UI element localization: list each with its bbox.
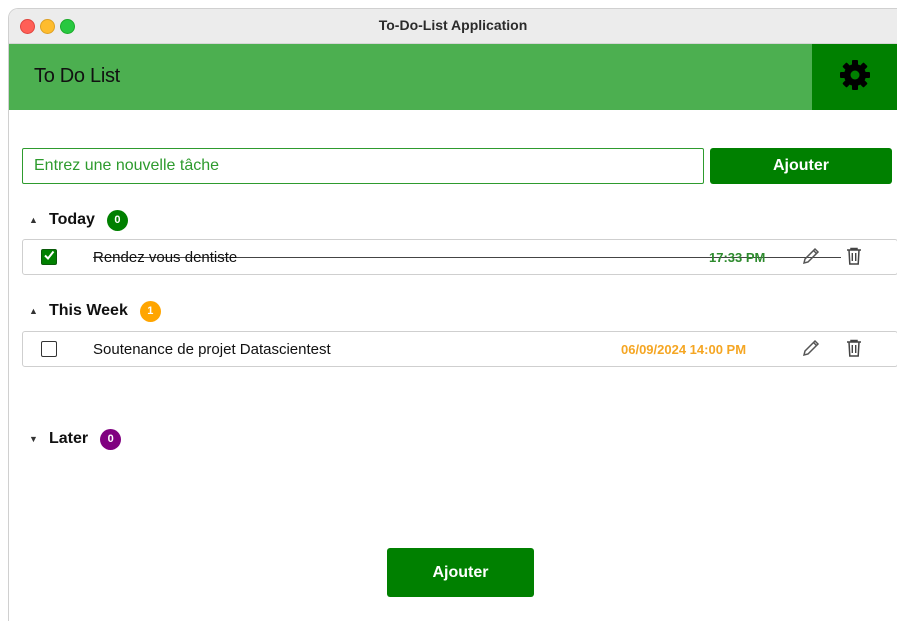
task-text: Soutenance de projet Datascientest	[93, 341, 331, 358]
section-today-header[interactable]: ▲ Today 0	[29, 208, 128, 232]
section-today-count-badge: 0	[106, 209, 128, 231]
section-this-week-count-badge: 1	[139, 300, 161, 322]
task-time: 06/09/2024 14:00 PM	[621, 342, 747, 357]
pencil-icon	[801, 338, 821, 363]
section-later-header[interactable]: ▼ Later 0	[29, 427, 122, 451]
task-time: 17:33 PM	[709, 250, 766, 265]
gear-icon	[838, 58, 872, 97]
app-title: To Do List	[34, 65, 120, 87]
app-header: To Do List	[9, 44, 897, 110]
section-this-week-header[interactable]: ▲ This Week 1	[29, 299, 161, 323]
section-later-label: Later	[49, 430, 89, 447]
checkmark-icon	[43, 248, 55, 266]
title-bar: To-Do-List Application	[9, 9, 897, 44]
section-today-label: Today	[49, 211, 95, 228]
task-checkbox[interactable]	[41, 341, 57, 357]
expand-arrow-icon: ▼	[29, 434, 38, 444]
delete-task-button[interactable]	[842, 338, 866, 362]
task-text: Rendez vous dentiste	[93, 249, 238, 266]
task-row: Soutenance de projet Datascientest 06/09…	[22, 331, 897, 367]
pencil-icon	[801, 246, 821, 271]
add-task-button[interactable]: Ajouter	[710, 148, 892, 184]
app-window: To-Do-List Application To Do List Entrez…	[8, 8, 897, 621]
section-later-count-badge: 0	[100, 428, 122, 450]
task-row: Rendez vous dentiste 17:33 PM	[22, 239, 897, 275]
section-this-week-label: This Week	[49, 302, 128, 319]
add-button-bottom[interactable]: Ajouter	[387, 548, 534, 597]
delete-task-button[interactable]	[842, 246, 866, 270]
edit-task-button[interactable]	[799, 246, 823, 270]
settings-button[interactable]	[812, 44, 897, 110]
window-title: To-Do-List Application	[378, 17, 528, 33]
new-task-input[interactable]	[22, 148, 704, 184]
task-checkbox[interactable]	[41, 249, 57, 265]
trash-icon	[844, 338, 864, 363]
trash-icon	[844, 246, 864, 271]
edit-task-button[interactable]	[799, 338, 823, 362]
collapse-arrow-icon: ▲	[29, 215, 38, 225]
collapse-arrow-icon: ▲	[29, 306, 38, 316]
